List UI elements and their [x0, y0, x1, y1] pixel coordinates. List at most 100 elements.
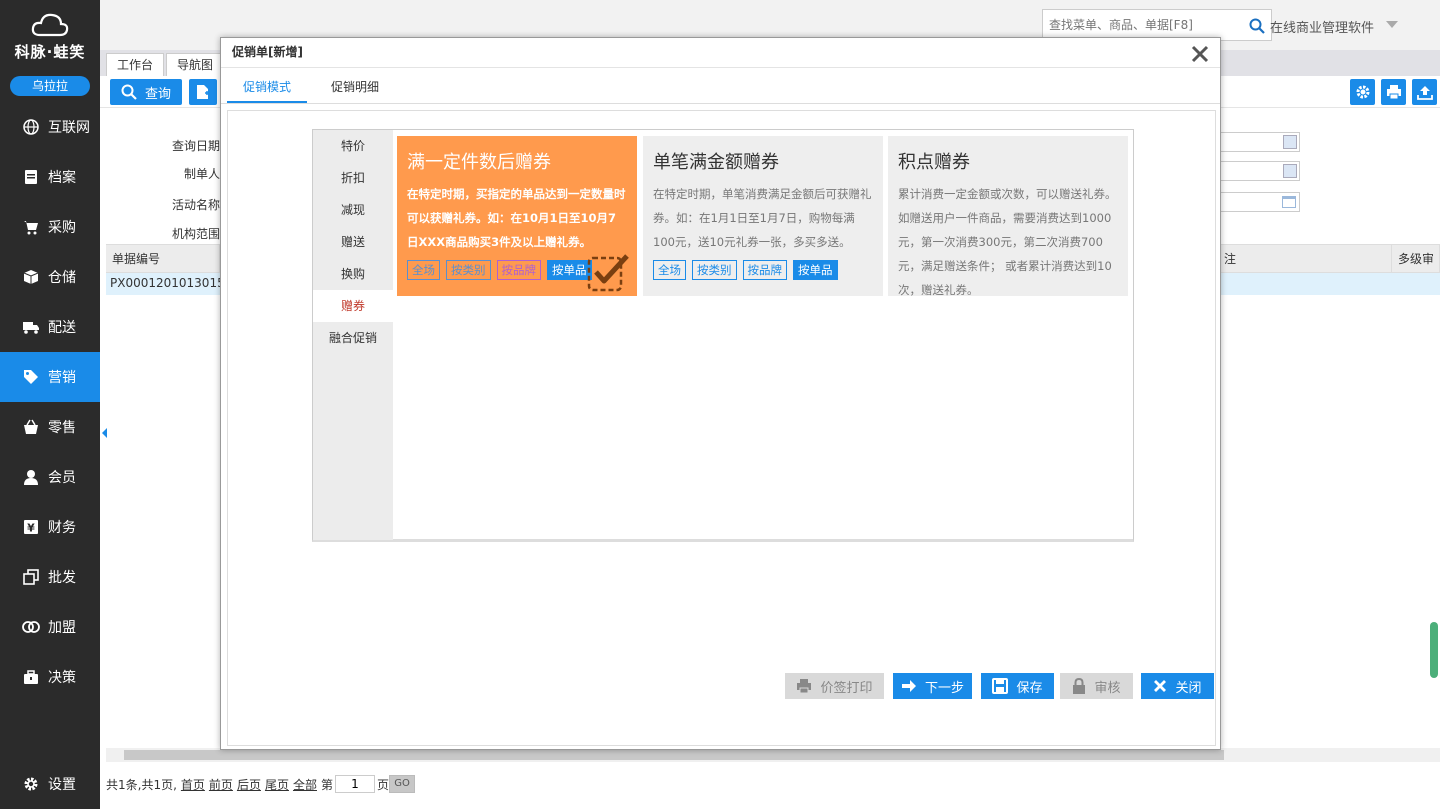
- chip-item[interactable]: 按单品: [547, 260, 592, 280]
- tab-promotion-mode[interactable]: 促销模式: [227, 68, 308, 103]
- card-title: 单笔满金额赠券: [653, 152, 779, 173]
- brand-name[interactable]: 在线商业管理软件: [1270, 17, 1374, 36]
- audit-button[interactable]: 审核: [1060, 673, 1133, 699]
- next-step-button[interactable]: 下一步: [893, 673, 972, 699]
- user-badge[interactable]: 乌拉拉: [10, 76, 90, 96]
- button-label: 下一步: [924, 680, 964, 696]
- tab-promotion-detail[interactable]: 促销明细: [315, 68, 395, 103]
- tab-navigation[interactable]: 导航图: [166, 53, 225, 76]
- mode-exchange[interactable]: 换购: [313, 258, 393, 290]
- filter-date-field[interactable]: [1220, 192, 1300, 212]
- nav-label: 财务: [48, 520, 76, 536]
- go-button[interactable]: GO: [389, 775, 416, 793]
- search-icon[interactable]: [1249, 18, 1265, 34]
- nav-label: 会员: [48, 470, 76, 486]
- pager-first[interactable]: 首页: [181, 776, 205, 793]
- nav-label: 档案: [48, 170, 76, 186]
- user-icon: [22, 468, 40, 486]
- collapse-sidebar-icon[interactable]: [102, 428, 107, 438]
- pager-next[interactable]: 后页: [237, 776, 261, 793]
- promotion-mode-panel: 特价 折扣 减现 赠送 换购 赠券 融合促销 满一定件数后赠券 在特定时期，买指…: [312, 129, 1134, 542]
- chip-all[interactable]: 全场: [653, 260, 686, 280]
- nav-item-purchase[interactable]: 采购: [0, 202, 100, 252]
- pager-all[interactable]: 全部: [293, 776, 317, 793]
- filter-select-1[interactable]: [1220, 132, 1300, 152]
- nav-label: 配送: [48, 320, 76, 336]
- nav-item-retail[interactable]: 零售: [0, 402, 100, 452]
- chip-item[interactable]: 按单品: [793, 260, 838, 280]
- file-icon: [22, 168, 40, 186]
- calendar-icon[interactable]: [1281, 195, 1297, 209]
- button-label: 关闭: [1175, 680, 1202, 696]
- nav-item-wholesale[interactable]: 批发: [0, 552, 100, 602]
- gear-icon: [22, 775, 40, 793]
- horizontal-scrollbar[interactable]: [106, 748, 1440, 762]
- close-button[interactable]: 关闭: [1141, 673, 1214, 699]
- chevron-down-icon[interactable]: [1386, 21, 1398, 28]
- nav-item-franchise[interactable]: 加盟: [0, 602, 100, 652]
- nav-item-member[interactable]: 会员: [0, 452, 100, 502]
- rings-icon: [22, 618, 40, 636]
- cloud-logo-icon: [31, 13, 69, 36]
- chip-all[interactable]: 全场: [407, 260, 440, 280]
- card-quantity-coupon[interactable]: 满一定件数后赠券 在特定时期，买指定的单品达到一定数量时可以获赠礼券。如：在10…: [397, 136, 637, 296]
- search-input[interactable]: [1043, 10, 1243, 40]
- query-button[interactable]: 查询: [110, 79, 182, 105]
- mode-gift[interactable]: 赠送: [313, 226, 393, 258]
- cell-doc-no: PX00012010130157: [110, 276, 233, 290]
- vertical-scroll-thumb[interactable]: [1430, 622, 1438, 678]
- nav-item-decision[interactable]: 决策: [0, 652, 100, 702]
- scroll-thumb[interactable]: [124, 750, 1224, 760]
- card-title: 积点赠券: [898, 152, 970, 173]
- nav-item-settings[interactable]: 设置: [0, 759, 100, 809]
- chip-category[interactable]: 按类别: [446, 260, 491, 280]
- chip-category[interactable]: 按类别: [692, 260, 737, 280]
- nav-item-delivery[interactable]: 配送: [0, 302, 100, 352]
- svg-text:¥: ¥: [27, 522, 35, 535]
- print-button[interactable]: [1381, 79, 1406, 105]
- nav-item-finance[interactable]: ¥ 财务: [0, 502, 100, 552]
- button-label: 价签打印: [820, 680, 873, 696]
- nav-item-internet[interactable]: 互联网: [0, 102, 100, 152]
- mode-list: 特价 折扣 减现 赠送 换购 赠券 融合促销: [313, 130, 393, 540]
- card-title: 满一定件数后赠券: [407, 152, 551, 173]
- nav-label: 批发: [48, 570, 76, 586]
- page-number-input[interactable]: [335, 775, 375, 793]
- printer-icon: [797, 679, 812, 694]
- mode-special-price[interactable]: 特价: [313, 130, 393, 162]
- export-button[interactable]: [1412, 79, 1437, 105]
- query-label: 查询: [144, 86, 171, 102]
- mode-discount[interactable]: 折扣: [313, 162, 393, 194]
- nav-item-storage[interactable]: 仓储: [0, 252, 100, 302]
- chip-brand[interactable]: 按品牌: [496, 260, 541, 280]
- card-points-coupon[interactable]: 积点赠券 累计消费一定金额或次数，可以赠送礼券。如赠送用户一件商品，需要消费达到…: [888, 136, 1128, 297]
- nav-label: 设置: [48, 777, 76, 793]
- save-button[interactable]: 保存: [981, 673, 1054, 699]
- price-label-print-button[interactable]: 价签打印: [785, 673, 884, 699]
- button-label: 审核: [1094, 680, 1121, 696]
- dialog-body: 特价 折扣 减现 赠送 换购 赠券 融合促销 满一定件数后赠券 在特定时期，买指…: [227, 110, 1216, 746]
- printer-icon: [1386, 85, 1401, 100]
- column-header-doc-no[interactable]: 单据编号: [106, 245, 220, 273]
- close-icon[interactable]: [1190, 44, 1210, 64]
- mode-combined[interactable]: 融合促销: [313, 322, 393, 354]
- column-header-multi-audit[interactable]: 多级审: [1392, 245, 1440, 273]
- nav-label: 零售: [48, 420, 76, 436]
- new-document-button[interactable]: [189, 79, 217, 105]
- card-amount-coupon[interactable]: 单笔满金额赠券 在特定时期，单笔消费满足金额后可获赠礼券。如：在1月1日至1月7…: [643, 136, 883, 296]
- checkmark-icon: [587, 254, 629, 292]
- chip-brand[interactable]: 按品牌: [742, 260, 787, 280]
- settings-button[interactable]: [1350, 79, 1375, 105]
- dialog-title: 促销单[新增]: [221, 38, 1220, 68]
- card-description: 累计消费一定金额或次数，可以赠送礼券。如赠送用户一件商品，需要消费达到1000元…: [898, 187, 1117, 297]
- mode-coupon[interactable]: 赠券: [313, 290, 393, 322]
- mode-cash-off[interactable]: 减现: [313, 194, 393, 226]
- nav-item-archive[interactable]: 档案: [0, 152, 100, 202]
- pager-prev[interactable]: 前页: [209, 776, 233, 793]
- column-header-note[interactable]: 注: [1218, 245, 1392, 273]
- pager-suffix: 页: [377, 777, 390, 792]
- nav-item-marketing[interactable]: 营销: [0, 352, 100, 402]
- tab-workbench[interactable]: 工作台: [106, 53, 165, 76]
- pager-last[interactable]: 尾页: [265, 776, 289, 793]
- filter-select-2[interactable]: [1220, 161, 1300, 181]
